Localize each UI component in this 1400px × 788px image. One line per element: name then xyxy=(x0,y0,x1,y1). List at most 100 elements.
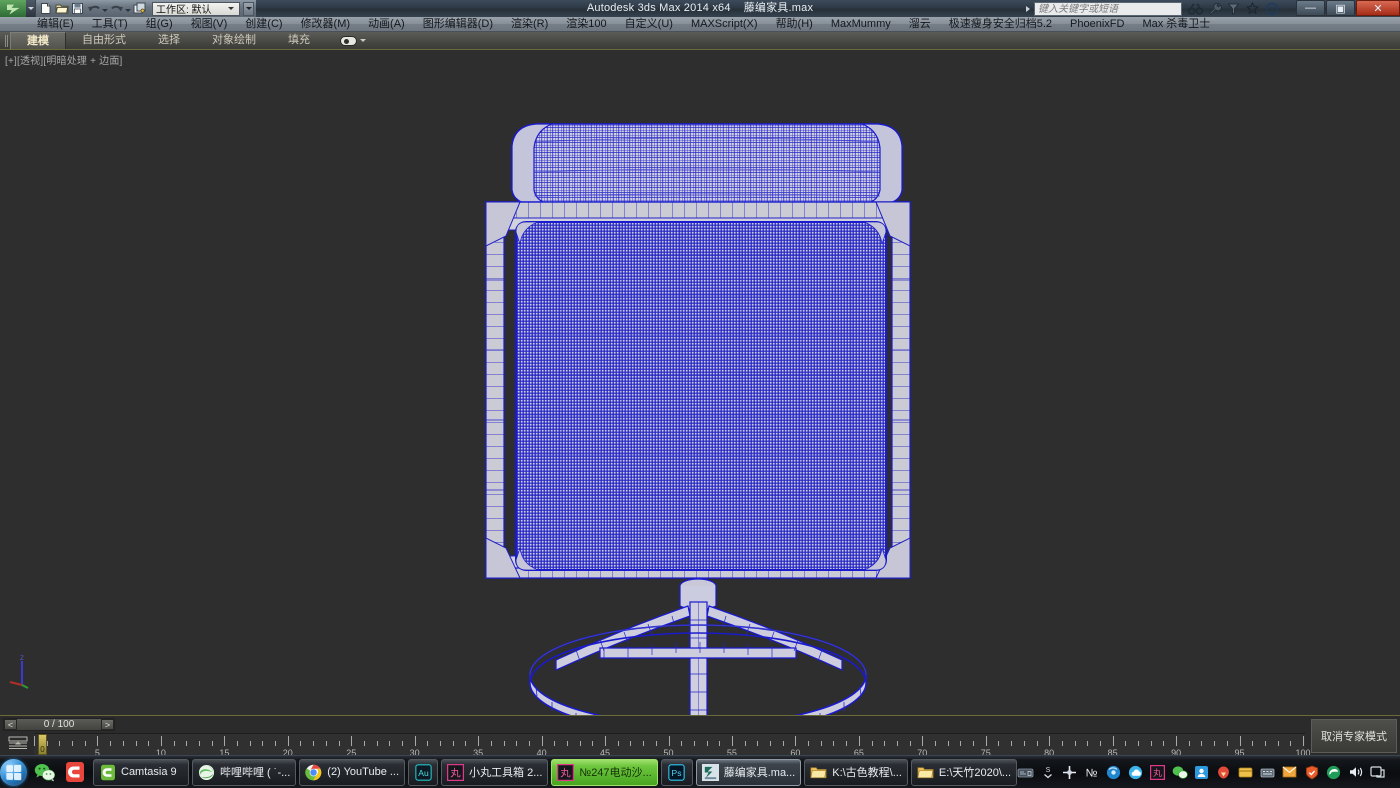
perspective-viewport[interactable]: [+][透视][明暗处理 + 边面] xyxy=(0,50,1400,715)
network-monitor-icon[interactable] xyxy=(1017,764,1034,781)
hidden-icons-chevron[interactable]: S xyxy=(1039,764,1056,781)
redo-icon[interactable] xyxy=(109,1,124,16)
tab-modeling[interactable]: 建模 xyxy=(10,32,66,49)
tab-freeform[interactable]: 自由形式 xyxy=(66,32,142,49)
task-camtasia[interactable]: Camtasia 9 xyxy=(93,759,189,786)
application-menu-button[interactable] xyxy=(0,0,26,17)
tab-object-paint[interactable]: 对象绘制 xyxy=(196,32,272,49)
wrench-icon[interactable] xyxy=(1207,2,1222,16)
menu-item-help[interactable]: 帮助(H) xyxy=(767,17,822,31)
binoculars-icon[interactable] xyxy=(1188,2,1203,16)
wechat-icon[interactable] xyxy=(33,760,57,784)
open-mini-curve-editor-icon[interactable] xyxy=(8,736,28,750)
minimize-button[interactable]: — xyxy=(1296,0,1325,16)
ruler-tick-minor xyxy=(1125,741,1126,746)
ruler-tick-major xyxy=(97,736,98,746)
redshell-icon[interactable] xyxy=(1215,764,1232,781)
chair-model-wireframe[interactable] xyxy=(0,50,1400,715)
time-slider-handle[interactable]: 0 xyxy=(38,734,47,755)
next-frame-button[interactable]: > xyxy=(101,719,114,730)
menu-item-maxmummy[interactable]: MaxMummy xyxy=(822,17,900,31)
prev-frame-button[interactable]: < xyxy=(4,719,17,730)
current-frame-field[interactable]: < 0 / 100 > xyxy=(3,718,115,731)
task-folder-gusejiaocheng[interactable]: K:\古色教程\... xyxy=(804,759,908,786)
menu-item-group[interactable]: 组(G) xyxy=(137,17,182,31)
wan-tray-icon[interactable]: 丸 xyxy=(1149,764,1166,781)
quick-access-customize-button[interactable] xyxy=(26,0,35,17)
menu-item-tools[interactable]: 工具(T) xyxy=(83,17,137,31)
action-center-icon[interactable] xyxy=(1369,764,1386,781)
cancel-expert-mode-button[interactable]: 取消专家模式 xyxy=(1311,719,1397,753)
wechat-tray-icon[interactable] xyxy=(1171,764,1188,781)
sogou-input-icon[interactable] xyxy=(1061,764,1078,781)
menu-item-rendering[interactable]: 渲染(R) xyxy=(502,17,557,31)
folder-icon xyxy=(917,764,934,781)
workspace-selector[interactable]: 工作区: 默认 xyxy=(152,2,240,16)
chevron-right-icon[interactable] xyxy=(1022,0,1034,17)
undo-icon[interactable] xyxy=(86,1,101,16)
ribbon-display-toggle[interactable] xyxy=(340,32,366,49)
task-3dsmax[interactable]: 藤编家具.ma... xyxy=(696,759,802,786)
menu-item-create[interactable]: 创建(C) xyxy=(236,17,291,31)
maximize-button[interactable]: ▣ xyxy=(1326,0,1355,16)
star-icon[interactable] xyxy=(1245,2,1260,16)
menu-item-antivirus[interactable]: Max 杀毒卫士 xyxy=(1133,17,1219,31)
task-bilibili[interactable]: 哔哩哔哩 ( ˙-... xyxy=(192,759,296,786)
shield-icon[interactable] xyxy=(1303,764,1320,781)
close-button[interactable]: ✕ xyxy=(1356,0,1400,16)
task-photoshop[interactable]: Ps xyxy=(661,759,693,786)
timeline-ruler[interactable]: 5101520253035404550556065707580859095100 xyxy=(34,733,1305,756)
ruler-tick-minor xyxy=(262,741,263,746)
keyboard-icon[interactable] xyxy=(1259,764,1276,781)
wan-icon: 丸 xyxy=(447,764,464,781)
ribbon-grip-handle[interactable] xyxy=(1,33,10,49)
menu-item-animation[interactable]: 动画(A) xyxy=(359,17,414,31)
new-scene-icon[interactable] xyxy=(38,1,53,16)
task-label: Camtasia 9 xyxy=(121,766,177,778)
menu-item-modifiers[interactable]: 修改器(M) xyxy=(292,17,360,31)
disc-icon[interactable] xyxy=(1105,764,1122,781)
menu-item-edit[interactable]: 编辑(E) xyxy=(28,17,83,31)
help-dropdown-icon[interactable] xyxy=(1283,10,1289,13)
workspace-options-button[interactable] xyxy=(243,2,254,16)
menu-item-phoenixfd[interactable]: PhoenixFD xyxy=(1061,17,1133,31)
chevron-down-icon[interactable] xyxy=(360,39,366,42)
edge-icon[interactable] xyxy=(1325,764,1342,781)
ruler-tick-major xyxy=(1240,736,1241,746)
baidu-netdisk-icon[interactable] xyxy=(1127,764,1144,781)
task-youtube[interactable]: (2) YouTube ... xyxy=(299,759,405,786)
search-input[interactable]: 键入关键字或短语 xyxy=(1034,2,1182,16)
mail-icon[interactable] xyxy=(1281,764,1298,781)
contacts-icon[interactable] xyxy=(1193,764,1210,781)
kingsoft-icon[interactable]: № xyxy=(1083,764,1100,781)
task-audition[interactable]: Au xyxy=(408,759,438,786)
task-folder-tianzhu[interactable]: E:\天竹2020\... xyxy=(911,759,1017,786)
funnel-icon[interactable] xyxy=(1226,2,1241,16)
task-video-247[interactable]: 丸 №247电动沙... xyxy=(551,759,657,786)
tab-selection[interactable]: 选择 xyxy=(142,32,196,49)
menu-item-liuyun[interactable]: 溜云 xyxy=(900,17,940,31)
menu-item-archive[interactable]: 极速瘦身安全归档5.2 xyxy=(940,17,1061,31)
tab-populate[interactable]: 填充 xyxy=(272,32,326,49)
title-bar-tool-icons: ? xyxy=(1182,2,1295,16)
payment-icon[interactable] xyxy=(1237,764,1254,781)
menu-item-views[interactable]: 视图(V) xyxy=(182,17,237,31)
ruler-tick-minor xyxy=(85,741,86,746)
menu-item-maxscript[interactable]: MAXScript(X) xyxy=(682,17,767,31)
menu-item-graph-editors[interactable]: 图形编辑器(D) xyxy=(414,17,502,31)
volume-icon[interactable] xyxy=(1347,764,1364,781)
camtasia-icon[interactable] xyxy=(63,760,87,784)
taskbar-clock[interactable]: 21:20 2021-02-27 xyxy=(1391,758,1400,786)
save-file-icon[interactable] xyxy=(70,1,85,16)
task-xiaowan[interactable]: 丸 小丸工具箱 2... xyxy=(441,759,548,786)
undo-dropdown-icon[interactable] xyxy=(102,9,108,12)
redo-dropdown-icon[interactable] xyxy=(125,9,131,12)
wan-icon: 丸 xyxy=(557,764,574,781)
chevron-down-icon[interactable] xyxy=(226,7,236,10)
menu-item-render100[interactable]: 渲染100 xyxy=(557,17,615,31)
help-icon[interactable]: ? xyxy=(1264,2,1279,16)
menu-item-customize[interactable]: 自定义(U) xyxy=(616,17,682,31)
start-button[interactable] xyxy=(0,757,27,788)
open-file-icon[interactable] xyxy=(54,1,69,16)
set-project-folder-icon[interactable] xyxy=(132,1,147,16)
